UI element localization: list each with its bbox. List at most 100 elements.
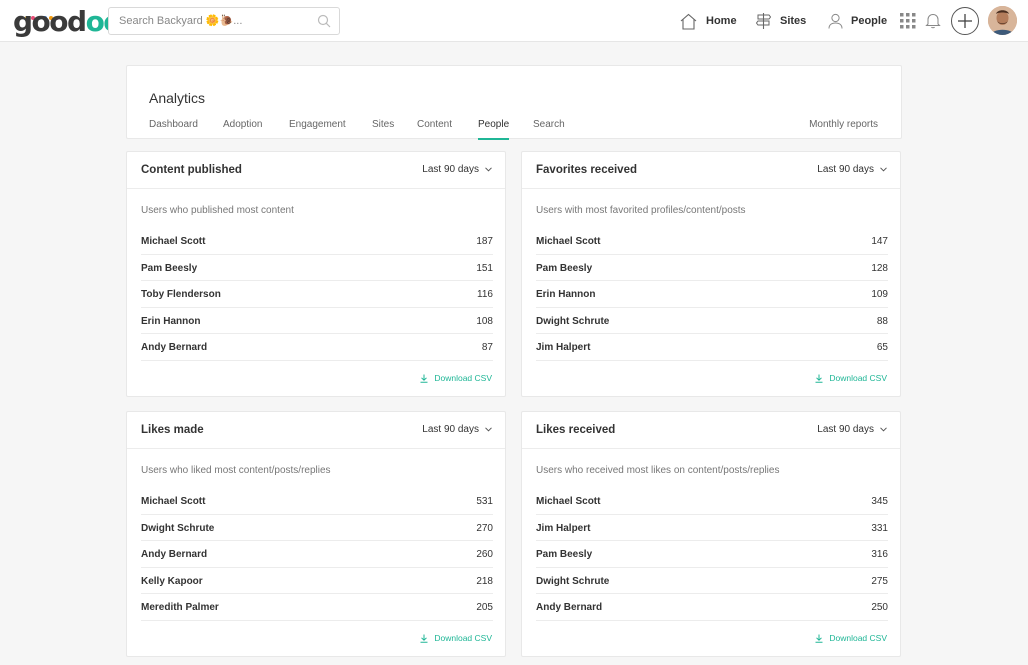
user-photo-icon [988,6,1017,35]
signpost-icon [755,13,772,29]
user-name[interactable]: Erin Hannon [141,316,200,327]
count-value: 270 [476,522,493,534]
chevron-down-icon [485,427,492,432]
nav-people[interactable]: People [828,0,887,42]
user-name[interactable]: Michael Scott [141,496,205,507]
create-button[interactable] [951,7,979,35]
list-item: Michael Scott 147 [536,228,888,255]
user-name[interactable]: Pam Beesly [141,263,197,274]
user-name[interactable]: Andy Bernard [141,342,207,353]
user-name[interactable]: Andy Bernard [141,549,207,560]
goodoo-logo[interactable]: goodoo [13,6,123,37]
date-range-label: Last 90 days [817,164,874,175]
card-title: Content published [141,164,242,176]
nav-home[interactable]: Home [679,0,737,42]
list-item: Dwight Schrute 88 [536,308,888,334]
user-name[interactable]: Michael Scott [536,496,600,507]
date-range-dropdown[interactable]: Last 90 days [422,164,492,175]
list-item: Erin Hannon 109 [536,281,888,308]
count-value: 218 [476,575,493,587]
avatar[interactable] [988,6,1017,35]
date-range-dropdown[interactable]: Last 90 days [817,164,887,175]
user-name[interactable]: Dwight Schrute [536,576,609,587]
list-item: Pam Beesly 151 [141,255,493,281]
download-csv-link[interactable]: Download CSV [420,633,492,643]
download-csv-link[interactable]: Download CSV [420,373,492,383]
download-icon [815,374,823,383]
search-input[interactable] [119,13,309,29]
user-name[interactable]: Jim Halpert [536,523,590,534]
date-range-label: Last 90 days [817,424,874,435]
monthly-reports-link[interactable]: Monthly reports [809,119,878,130]
logo-text-good: good [13,5,87,38]
download-csv-link[interactable]: Download CSV [815,373,887,383]
user-name[interactable]: Dwight Schrute [141,523,214,534]
count-value: 260 [476,549,493,560]
nav-sites-label: Sites [780,15,807,27]
card-title: Favorites received [536,164,638,176]
list-item: Pam Beesly 128 [536,255,888,281]
card-header: Content published Last 90 days [127,152,505,189]
card-favorites-received: Favorites received Last 90 days Users wi… [521,151,901,397]
download-icon [815,634,823,643]
count-value: 65 [876,342,888,353]
tab-content[interactable]: Content [417,119,452,140]
count-value: 316 [871,549,888,560]
download-csv-label: Download CSV [434,633,492,643]
download-icon [420,374,428,383]
user-name[interactable]: Meredith Palmer [141,602,219,613]
list-item: Jim Halpert 331 [536,515,888,541]
user-name[interactable]: Jim Halpert [536,342,590,353]
user-name[interactable]: Toby Flenderson [141,289,221,300]
count-value: 531 [476,496,493,507]
list-item: Michael Scott 187 [141,228,493,255]
count-value: 331 [871,522,888,534]
card-content-published: Content published Last 90 days Users who… [126,151,506,397]
tab-people[interactable]: People [478,119,510,140]
card-header: Likes made Last 90 days [127,412,505,449]
tab-sites[interactable]: Sites [372,119,394,140]
user-name[interactable]: Michael Scott [536,236,600,247]
logo-text: goodoo [13,5,123,38]
list-item: Andy Bernard 87 [141,334,493,361]
date-range-dropdown[interactable]: Last 90 days [817,424,887,435]
download-csv-link[interactable]: Download CSV [815,633,887,643]
list-item: Jim Halpert 65 [536,334,888,361]
user-name[interactable]: Pam Beesly [536,263,592,274]
date-range-label: Last 90 days [422,164,479,175]
plus-icon [958,14,972,28]
nav-home-label: Home [706,15,737,27]
user-name[interactable]: Pam Beesly [536,549,592,560]
count-value: 205 [476,602,493,613]
nav-people-label: People [851,15,888,27]
user-name[interactable]: Dwight Schrute [536,316,609,327]
list-item: Dwight Schrute 275 [536,568,888,594]
count-value: 88 [876,315,888,327]
search-box[interactable] [108,7,340,35]
tab-engagement[interactable]: Engagement [289,119,346,140]
count-value: 109 [871,289,888,300]
grid-icon[interactable] [900,13,916,29]
date-range-dropdown[interactable]: Last 90 days [422,424,492,435]
top-bar: goodoo Home Sites People [0,0,1028,42]
card-title: Likes received [536,424,616,436]
list-item: Dwight Schrute 270 [141,515,493,541]
search-icon[interactable] [317,14,331,28]
bell-icon[interactable] [925,12,941,29]
list-item: Pam Beesly 316 [536,541,888,568]
page-title: Analytics [149,90,206,106]
tab-search[interactable]: Search [533,119,565,140]
list-item: Andy Bernard 260 [141,541,493,568]
list-item: Toby Flenderson 116 [141,281,493,308]
ranking-list: Michael Scott 147 Pam Beesly 128 Erin Hann… [536,228,888,361]
user-name[interactable]: Andy Bernard [536,602,602,613]
tab-adoption[interactable]: Adoption [223,119,262,140]
tab-dashboard[interactable]: Dashboard [149,119,198,140]
user-name[interactable]: Kelly Kapoor [141,576,203,587]
user-name[interactable]: Erin Hannon [536,289,595,300]
count-value: 275 [871,575,888,587]
home-icon [680,13,697,30]
user-name[interactable]: Michael Scott [141,236,205,247]
nav-sites[interactable]: Sites [755,0,806,42]
person-icon [828,13,843,29]
